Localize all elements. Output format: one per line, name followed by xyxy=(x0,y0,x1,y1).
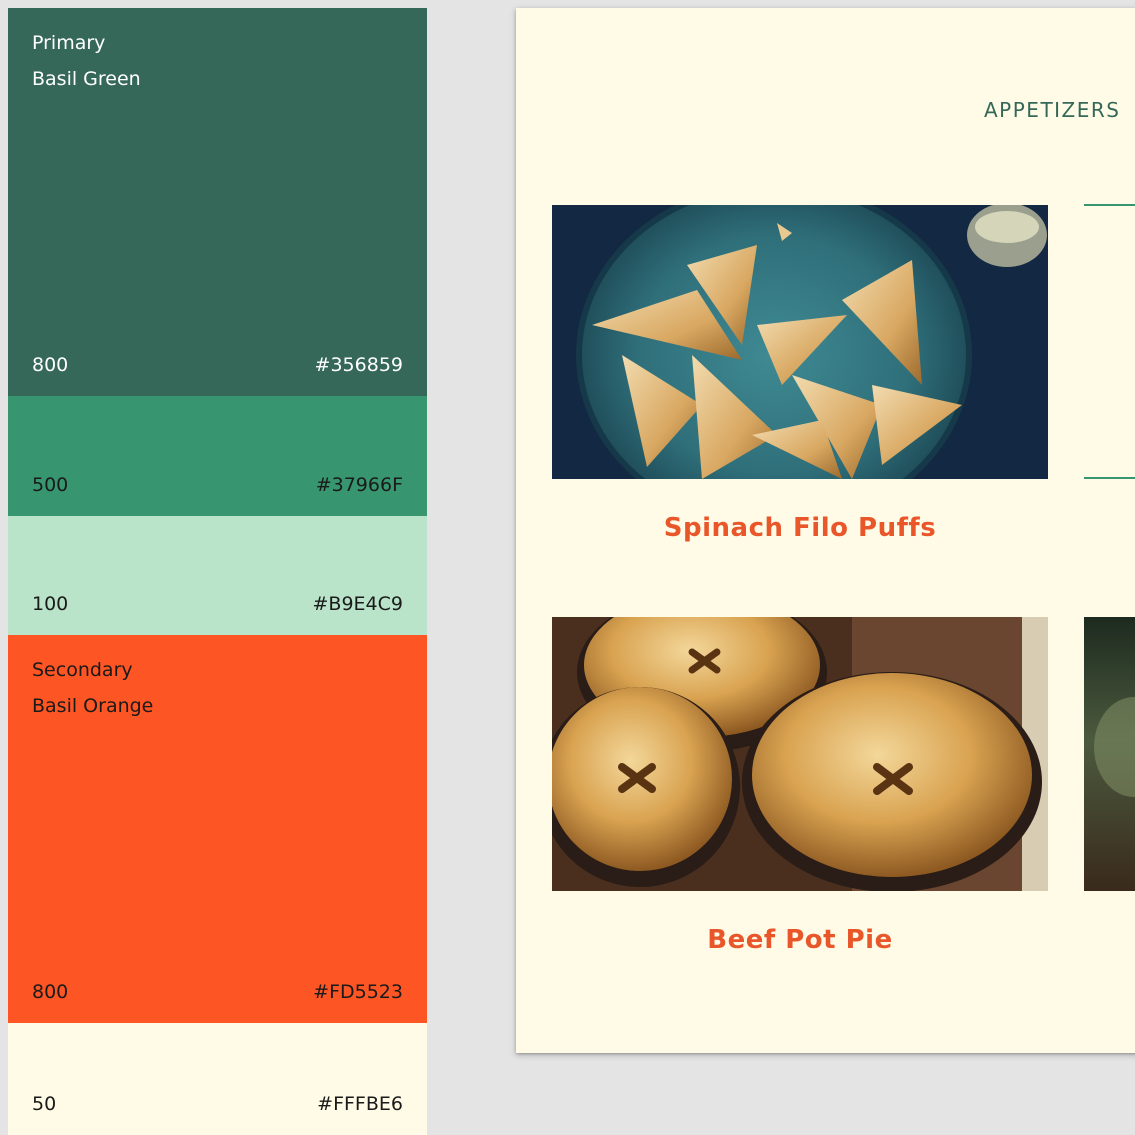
dish-title[interactable]: Beef Pot Pie xyxy=(552,925,1048,955)
filo-pastry-plate-photo xyxy=(552,205,1048,479)
swatch-green-800: Primary Basil Green 800 #356859 xyxy=(8,8,427,396)
dish-image-beef-pot-pie[interactable] xyxy=(552,617,1048,891)
swatch-orange-800: Secondary Basil Orange 800 #FD5523 xyxy=(8,635,427,1023)
swatch-cream-50: 50 #FFFBE6 xyxy=(8,1023,427,1135)
palette-name-secondary: Basil Orange xyxy=(32,695,154,717)
dish-title[interactable]: Spinach Filo Puffs xyxy=(552,513,1048,543)
hex-label: #37966F xyxy=(315,474,403,496)
pot-pie-photo xyxy=(552,617,1048,891)
side-dish-image[interactable] xyxy=(1084,617,1135,891)
shade-label: 500 xyxy=(32,474,69,496)
stage: Primary Basil Green 800 #356859 500 #379… xyxy=(0,0,1135,1135)
hex-label: #FFFBE6 xyxy=(317,1093,403,1115)
swatch-green-500: 500 #37966F xyxy=(8,396,427,516)
hex-label: #B9E4C9 xyxy=(312,593,404,615)
palette-role-secondary: Secondary xyxy=(32,659,133,681)
palette-name-primary: Basil Green xyxy=(32,68,141,90)
swatch-green-100: 100 #B9E4C9 xyxy=(8,516,427,635)
shade-label: 800 xyxy=(32,354,69,376)
shade-label: 800 xyxy=(32,981,69,1003)
side-dish-photo xyxy=(1084,617,1135,891)
app-mockup-card: APPETIZERS Spinach Filo Puffs Beef Pot P… xyxy=(516,8,1135,1053)
shade-label: 100 xyxy=(32,593,69,615)
shade-label: 50 xyxy=(32,1093,57,1115)
section-title: APPETIZERS xyxy=(984,98,1121,122)
hex-label: #356859 xyxy=(314,354,403,376)
hex-label: #FD5523 xyxy=(313,981,403,1003)
dish-image-spinach-filo-puffs[interactable] xyxy=(552,205,1048,479)
divider-line xyxy=(1084,204,1135,206)
divider-line xyxy=(1084,477,1135,479)
color-palette: Primary Basil Green 800 #356859 500 #379… xyxy=(8,8,427,1135)
palette-role-primary: Primary xyxy=(32,32,106,54)
